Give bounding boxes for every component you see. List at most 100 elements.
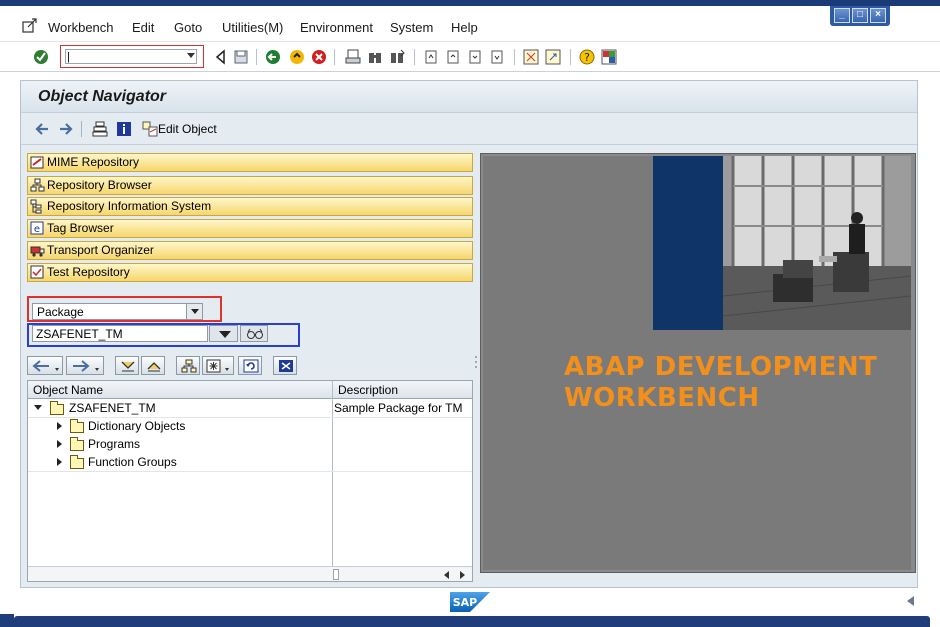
tree-forward-button[interactable] [66, 356, 104, 375]
display-options-button[interactable] [202, 356, 234, 375]
test-repository-button[interactable]: Test Repository [27, 263, 473, 282]
shortcut-icon[interactable] [544, 48, 562, 66]
window-bottom-corner [0, 614, 14, 627]
next-object-icon[interactable] [57, 120, 75, 138]
menu-help[interactable]: Help [451, 20, 478, 35]
tree-node-root[interactable]: ZSAFENET_TM [69, 401, 156, 415]
tag-browser-button[interactable]: e Tag Browser [27, 219, 473, 238]
collapse-node-icon[interactable] [34, 405, 42, 410]
menu-goto[interactable]: Goto [174, 20, 202, 35]
page-title: Object Navigator [38, 88, 167, 105]
find-icon[interactable] [366, 48, 384, 66]
tree-node-programs[interactable]: Programs [88, 437, 140, 451]
column-header-object-name[interactable]: Object Name [33, 383, 103, 397]
folder-open-icon [50, 401, 64, 415]
repository-browser-icon [30, 178, 45, 192]
help-icon[interactable]: ? [578, 48, 596, 66]
splash-title: ABAP DEVELOPMENT WORKBENCH [564, 352, 877, 414]
sap-logo-icon: SAP [450, 592, 490, 612]
arrow-right-icon [73, 360, 99, 372]
edit-object-icon[interactable] [141, 120, 159, 138]
toolbar-separator [81, 121, 82, 137]
command-field[interactable] [65, 49, 197, 64]
menu-workbench[interactable]: Workbench [48, 20, 114, 35]
settings-icon [206, 359, 229, 373]
back-icon[interactable] [264, 48, 282, 66]
previous-object-icon[interactable] [33, 120, 51, 138]
menu-edit[interactable]: Edit [132, 20, 154, 35]
transport-organizer-button[interactable]: Transport Organizer [27, 241, 473, 260]
tree-node-function-groups[interactable]: Function Groups [88, 455, 177, 469]
previous-page-icon[interactable] [444, 48, 462, 66]
object-name-input[interactable]: ZSAFENET_TM [32, 325, 208, 342]
find-next-icon[interactable] [388, 48, 406, 66]
first-page-icon[interactable] [422, 48, 440, 66]
expand-node-icon[interactable] [57, 458, 62, 466]
hierarchy-button[interactable] [176, 356, 200, 375]
expand-all-button[interactable] [115, 356, 139, 375]
cancel-icon[interactable] [310, 48, 328, 66]
maximize-icon[interactable]: □ [852, 8, 868, 23]
object-type-select[interactable]: Package [32, 303, 203, 320]
folder-icon [70, 437, 84, 451]
close-window-icon[interactable]: × [870, 8, 886, 23]
info-icon[interactable] [115, 120, 133, 138]
scroll-thumb[interactable] [333, 569, 339, 580]
tree-node-dictionary-objects[interactable]: Dictionary Objects [88, 419, 185, 433]
system-menu-icon[interactable] [22, 18, 38, 34]
svg-text:e: e [34, 224, 40, 235]
last-page-icon[interactable] [488, 48, 506, 66]
menu-system[interactable]: System [390, 20, 433, 35]
where-used-icon[interactable] [91, 120, 109, 138]
menu-utilities[interactable]: Utilities(M) [222, 20, 283, 35]
create-session-icon[interactable] [522, 48, 540, 66]
window-controls: _ □ × [830, 6, 890, 26]
save-icon[interactable] [232, 48, 250, 66]
menu-bar: Workbench Edit Goto Utilities(M) Environ… [0, 6, 940, 42]
splash-title-line-1: ABAP DEVELOPMENT [564, 352, 878, 382]
chevron-down-icon[interactable] [186, 304, 202, 319]
transport-organizer-icon [30, 246, 45, 257]
edit-object-button[interactable]: Edit Object [158, 122, 217, 136]
customize-layout-icon[interactable] [600, 48, 618, 66]
command-history-dropdown-icon[interactable] [187, 53, 195, 58]
glasses-icon [247, 328, 263, 339]
repository-info-system-button[interactable]: Repository Information System [27, 197, 473, 216]
menu-environment[interactable]: Environment [300, 20, 373, 35]
toolbar-separator [256, 49, 257, 65]
refresh-button[interactable] [238, 356, 262, 375]
row-divider [28, 417, 472, 418]
mime-repository-button[interactable]: MIME Repository [27, 153, 473, 172]
sap-logo-text: SAP [453, 596, 478, 609]
pane-splitter[interactable] [473, 150, 479, 582]
repository-info-system-icon [30, 199, 42, 214]
column-divider[interactable] [332, 381, 333, 581]
tree-back-button[interactable] [27, 356, 63, 375]
scroll-left-icon[interactable] [444, 571, 449, 579]
next-page-icon[interactable] [466, 48, 484, 66]
column-header-description[interactable]: Description [338, 383, 398, 397]
close-browser-button[interactable] [273, 356, 297, 375]
status-expand-icon[interactable] [907, 596, 914, 606]
splash-blue-panel [653, 156, 723, 330]
collapse-icon [147, 362, 161, 372]
scroll-right-icon[interactable] [460, 571, 465, 579]
display-object-button[interactable] [240, 325, 268, 342]
object-history-dropdown-icon[interactable] [209, 325, 238, 342]
exit-icon[interactable] [288, 48, 306, 66]
horizontal-scrollbar[interactable] [28, 566, 472, 581]
enter-icon[interactable] [32, 48, 50, 66]
minimize-icon[interactable]: _ [834, 8, 850, 23]
navigator-button-label: Repository Information System [47, 199, 212, 213]
command-field-value: | [67, 51, 70, 63]
collapse-all-button[interactable] [141, 356, 165, 375]
toolbar-separator [334, 49, 335, 65]
expand-node-icon[interactable] [57, 440, 62, 448]
print-icon[interactable] [344, 48, 362, 66]
toolbar-separator [514, 49, 515, 65]
splash-title-line-2: WORKBENCH [564, 383, 760, 413]
repository-browser-button[interactable]: Repository Browser [27, 176, 473, 195]
expand-node-icon[interactable] [57, 422, 62, 430]
back-triangle-icon[interactable] [212, 48, 230, 66]
folder-icon [70, 455, 84, 469]
